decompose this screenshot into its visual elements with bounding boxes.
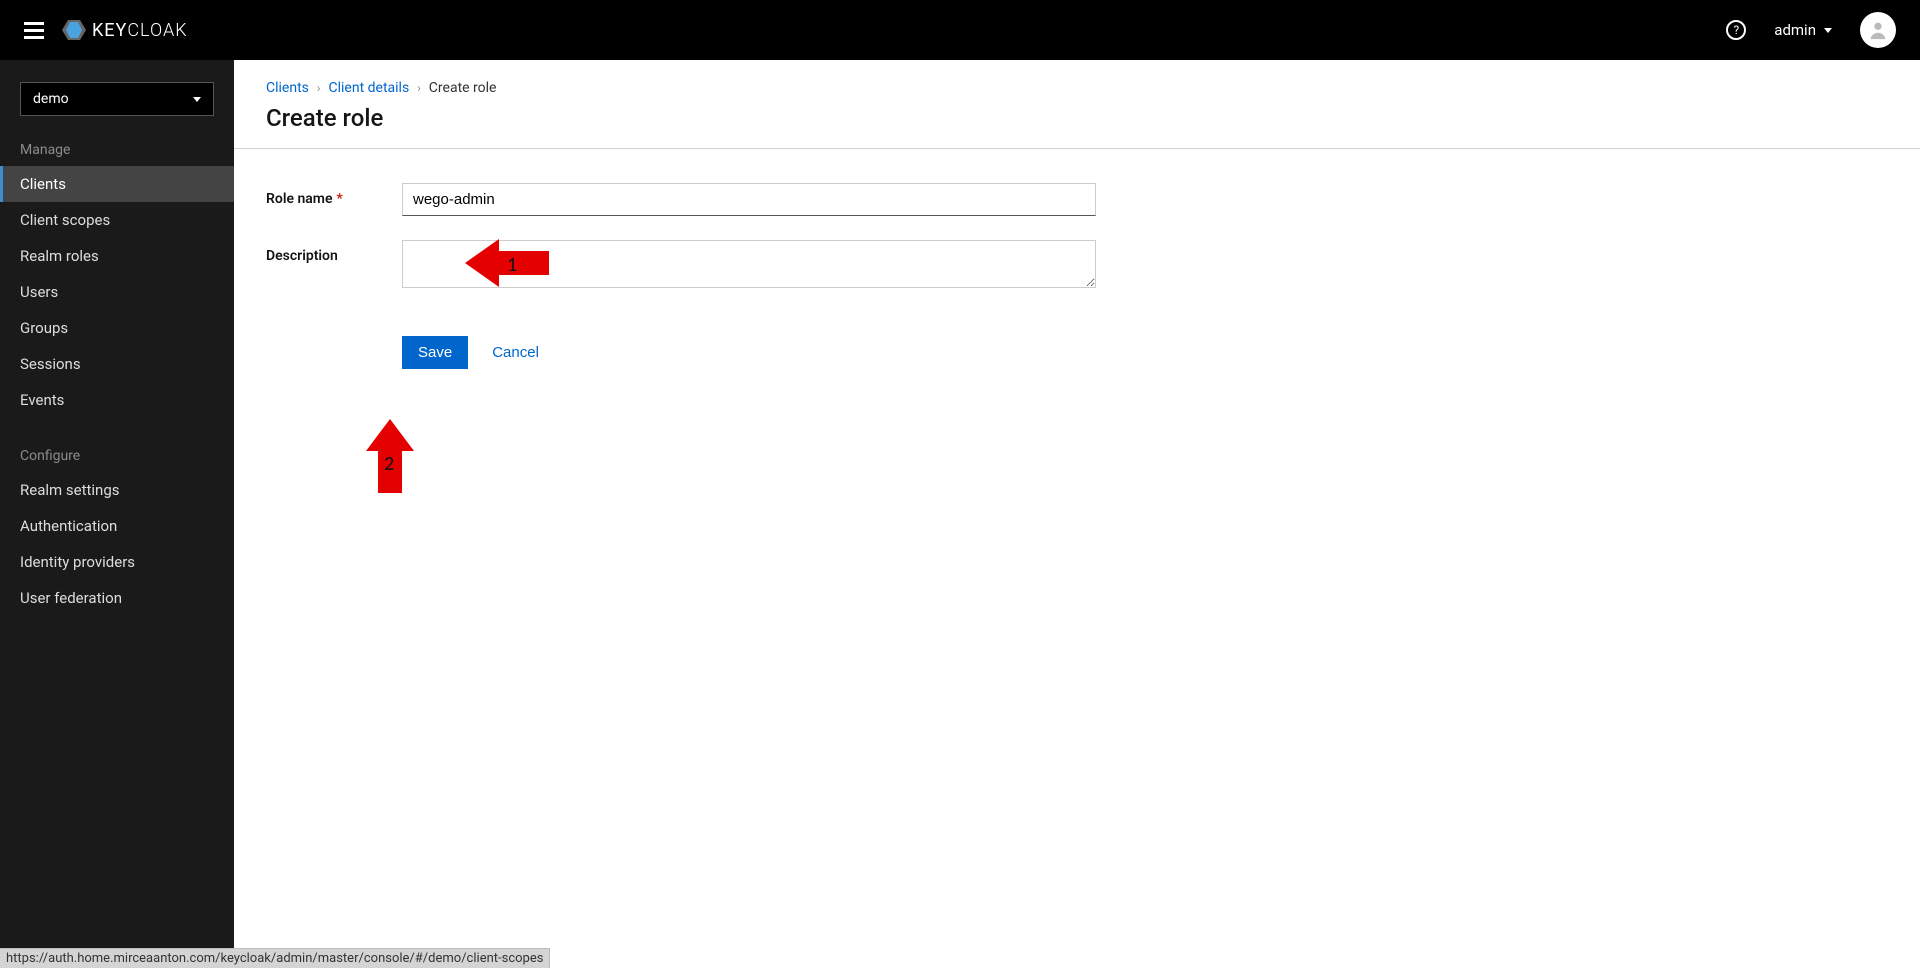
header-left: KEYCLOAK [24,18,188,42]
hamburger-menu-icon[interactable] [24,22,44,39]
avatar-icon [1867,19,1889,41]
sidebar-item-realm-settings[interactable]: Realm settings [0,472,234,508]
logo-text: KEYCLOAK [92,20,188,41]
role-name-label: Role name* [266,183,402,216]
sidebar-item-clients[interactable]: Clients [0,166,234,202]
sidebar-configure-title: Configure [0,438,234,472]
breadcrumb-sep: › [317,81,321,95]
cancel-button[interactable]: Cancel [492,344,539,361]
sidebar-item-user-federation[interactable]: User federation [0,580,234,616]
sidebar-item-groups[interactable]: Groups [0,310,234,346]
sidebar-item-realm-roles[interactable]: Realm roles [0,238,234,274]
sidebar: demo Manage Clients Client scopes Realm … [0,60,234,968]
page-title: Create role [266,104,1888,132]
breadcrumb-client-details[interactable]: Client details [329,80,410,96]
sidebar-item-identity-providers[interactable]: Identity providers [0,544,234,580]
user-dropdown[interactable]: admin [1774,21,1832,39]
realm-selector-wrapper: demo [20,82,214,116]
required-indicator: * [337,191,343,207]
sidebar-manage-title: Manage [0,132,234,166]
realm-selected: demo [33,91,69,107]
status-bar-url: https://auth.home.mirceaanton.com/keyclo… [0,948,550,968]
annotation-label-1: 1 [507,253,517,277]
sidebar-configure-section: Configure Realm settings Authentication … [0,438,234,616]
caret-down-icon [193,97,201,102]
description-label: Description [266,240,402,292]
role-name-input[interactable] [402,183,1096,216]
logo[interactable]: KEYCLOAK [62,18,188,42]
avatar[interactable] [1860,12,1896,48]
user-label: admin [1774,21,1816,39]
sidebar-item-sessions[interactable]: Sessions [0,346,234,382]
button-row: Save Cancel [402,336,1888,369]
help-icon[interactable]: ? [1726,20,1746,40]
sidebar-manage-section: Manage Clients Client scopes Realm roles… [0,132,234,418]
sidebar-item-events[interactable]: Events [0,382,234,418]
keycloak-logo-icon [62,18,86,42]
top-header: KEYCLOAK ? admin [0,0,1920,60]
header-right: ? admin [1726,12,1896,48]
breadcrumb-current: Create role [429,80,497,96]
sidebar-item-client-scopes[interactable]: Client scopes [0,202,234,238]
breadcrumb-clients[interactable]: Clients [266,80,309,96]
sidebar-item-users[interactable]: Users [0,274,234,310]
sidebar-item-authentication[interactable]: Authentication [0,508,234,544]
breadcrumb: Clients › Client details › Create role [266,80,1888,96]
form-row-role-name: Role name* [266,183,1888,216]
save-button[interactable]: Save [402,336,468,369]
breadcrumb-sep: › [417,81,421,95]
annotation-label-2: 2 [384,452,394,476]
divider [234,148,1920,149]
main-content: Clients › Client details › Create role C… [234,60,1920,968]
realm-selector[interactable]: demo [20,82,214,116]
caret-down-icon [1824,28,1832,33]
